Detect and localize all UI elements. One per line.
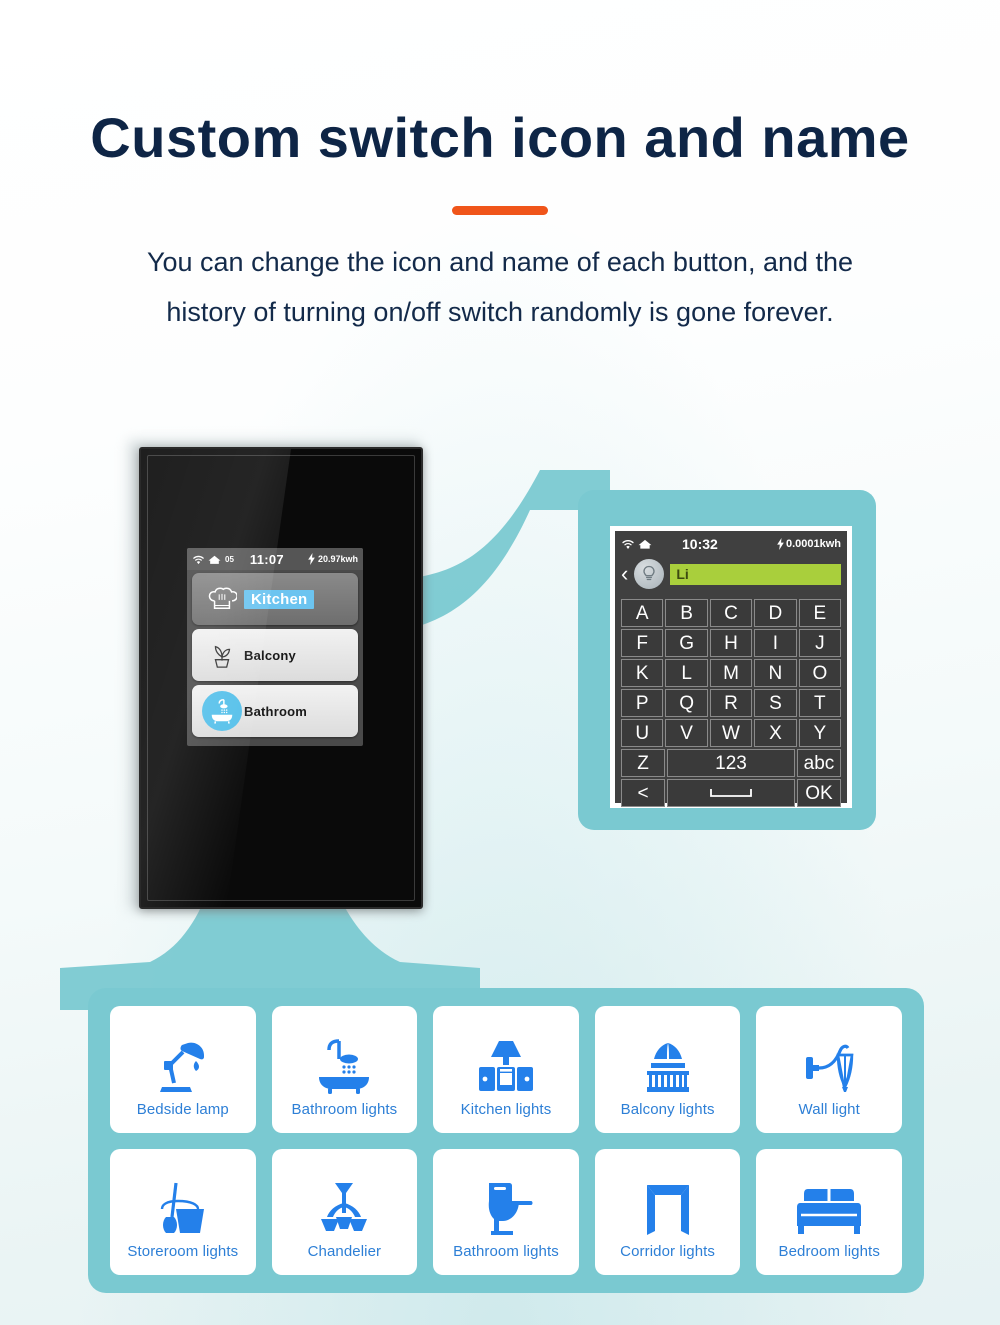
key-D[interactable]: D	[754, 599, 797, 627]
lightning-icon	[777, 538, 784, 550]
bathtub-shower-icon	[313, 1021, 375, 1095]
key-row-2: F G H I J	[621, 629, 842, 657]
key-F[interactable]: F	[621, 629, 664, 657]
key-W[interactable]: W	[709, 719, 753, 747]
key-A[interactable]: A	[621, 599, 664, 627]
title-divider	[452, 206, 548, 215]
key-N[interactable]: N	[754, 659, 797, 687]
key-G[interactable]: G	[665, 629, 708, 657]
kitchen-range-icon	[475, 1021, 537, 1095]
balcony-awning-icon	[637, 1021, 699, 1095]
key-row-5: U V W X Y	[621, 719, 842, 747]
panel-energy: 20.97kwh	[317, 554, 358, 564]
keyboard-callout-card: 10:32 0.0001kwh ‹ Li A B C D E F G H I J…	[578, 490, 876, 830]
page-title: Custom switch icon and name	[90, 106, 910, 169]
key-U[interactable]: U	[621, 719, 664, 747]
key-row-1: A B C D E	[621, 599, 842, 627]
icon-tile-label: Bedside lamp	[136, 1100, 229, 1118]
switch-panel: 05 11:07 20.97kwh	[139, 447, 423, 909]
key-O[interactable]: O	[798, 659, 842, 687]
icon-tile-kitchen-lights[interactable]: Kitchen lights	[433, 1006, 579, 1133]
doorway-icon	[637, 1163, 699, 1237]
lightning-icon	[308, 553, 315, 565]
chevron-left-icon[interactable]: ‹	[621, 563, 628, 585]
keyboard-clock: 10:32	[682, 536, 718, 552]
icon-tile-balcony-lights[interactable]: Balcony lights	[594, 1006, 741, 1133]
desk-lamp-icon	[152, 1021, 214, 1095]
key-T[interactable]: T	[798, 689, 842, 717]
key-row-4: P Q R S T	[621, 689, 842, 717]
subtitle-line-1: You can change the icon and name of each…	[146, 247, 854, 277]
key-B[interactable]: B	[665, 599, 708, 627]
icon-tile-label: Balcony lights	[620, 1100, 715, 1118]
key-K[interactable]: K	[621, 659, 664, 687]
key-Q[interactable]: Q	[665, 689, 708, 717]
keyboard-keys: A B C D E F G H I J K L M N O P Q R S T …	[615, 595, 847, 813]
key-R[interactable]: R	[709, 689, 753, 717]
wall-sconce-icon	[798, 1021, 860, 1095]
key-lowercase-mode[interactable]: abc	[797, 749, 841, 777]
page-subtitle: You can change the icon and name of each…	[20, 237, 980, 337]
bed-icon	[796, 1163, 862, 1237]
key-I[interactable]: I	[754, 629, 797, 657]
key-E[interactable]: E	[798, 599, 842, 627]
icon-tile-label: Kitchen lights	[460, 1100, 552, 1118]
key-X[interactable]: X	[754, 719, 797, 747]
key-L[interactable]: L	[665, 659, 708, 687]
key-ok[interactable]: OK	[797, 779, 841, 807]
subtitle-line-2: history of turning on/off switch randoml…	[166, 297, 834, 327]
key-J[interactable]: J	[798, 629, 842, 657]
chandelier-icon	[313, 1163, 375, 1237]
icon-tile-label: Wall light	[798, 1100, 860, 1118]
keyboard-screen: 10:32 0.0001kwh ‹ Li A B C D E F G H I J…	[610, 526, 852, 808]
name-input-field[interactable]: Li	[670, 563, 841, 585]
icon-tile-bathroom-lights-1[interactable]: Bathroom lights	[271, 1006, 418, 1133]
icon-tile-wall-light[interactable]: Wall light	[756, 1006, 902, 1133]
key-V[interactable]: V	[665, 719, 708, 747]
key-backspace[interactable]: <	[621, 779, 665, 807]
keyboard-input-row: ‹ Li	[615, 557, 847, 595]
icon-tile-bedroom-lights[interactable]: Bedroom lights	[756, 1148, 902, 1275]
wifi-icon	[622, 540, 634, 549]
key-C[interactable]: C	[709, 599, 753, 627]
key-P[interactable]: P	[621, 689, 664, 717]
icon-tile-label: Bathroom lights	[291, 1100, 398, 1118]
icon-tile-label: Bedroom lights	[778, 1243, 880, 1261]
icon-library-grid: Bedside lamp Bathroom lights Kitchen lig…	[88, 988, 924, 1293]
mop-bucket-icon	[152, 1163, 214, 1237]
icon-tile-storeroom-lights[interactable]: Storeroom lights	[110, 1148, 256, 1275]
keyboard-status-bar: 10:32 0.0001kwh	[615, 531, 847, 557]
keyboard-energy: 0.0001kwh	[785, 538, 841, 550]
key-Z[interactable]: Z	[621, 749, 665, 777]
toilet-icon	[475, 1163, 537, 1237]
key-numeric-mode[interactable]: 123	[667, 749, 795, 777]
key-row-3: K L M N O	[621, 659, 842, 687]
icon-tile-label: Chandelier	[307, 1243, 382, 1261]
key-Y[interactable]: Y	[798, 719, 842, 747]
space-bar-icon[interactable]	[667, 779, 795, 807]
icon-tile-corridor-lights[interactable]: Corridor lights	[594, 1148, 741, 1275]
icon-tile-bedside-lamp[interactable]: Bedside lamp	[110, 1006, 256, 1133]
icon-tile-label: Corridor lights	[620, 1243, 716, 1261]
key-M[interactable]: M	[709, 659, 753, 687]
icon-tile-chandelier[interactable]: Chandelier	[271, 1148, 418, 1275]
icon-tile-bathroom-lights-2[interactable]: Bathroom lights	[433, 1148, 579, 1275]
key-S[interactable]: S	[754, 689, 797, 717]
page-header: Custom switch icon and name You can chan…	[0, 0, 1000, 337]
key-H[interactable]: H	[709, 629, 753, 657]
home-icon	[638, 539, 652, 549]
key-row-6: Z 123 abc	[621, 749, 841, 777]
key-row-7: < OK	[621, 779, 841, 807]
icon-tile-label: Storeroom lights	[127, 1243, 239, 1261]
lightbulb-icon[interactable]	[634, 559, 665, 589]
icon-tile-label: Bathroom lights	[453, 1243, 559, 1261]
